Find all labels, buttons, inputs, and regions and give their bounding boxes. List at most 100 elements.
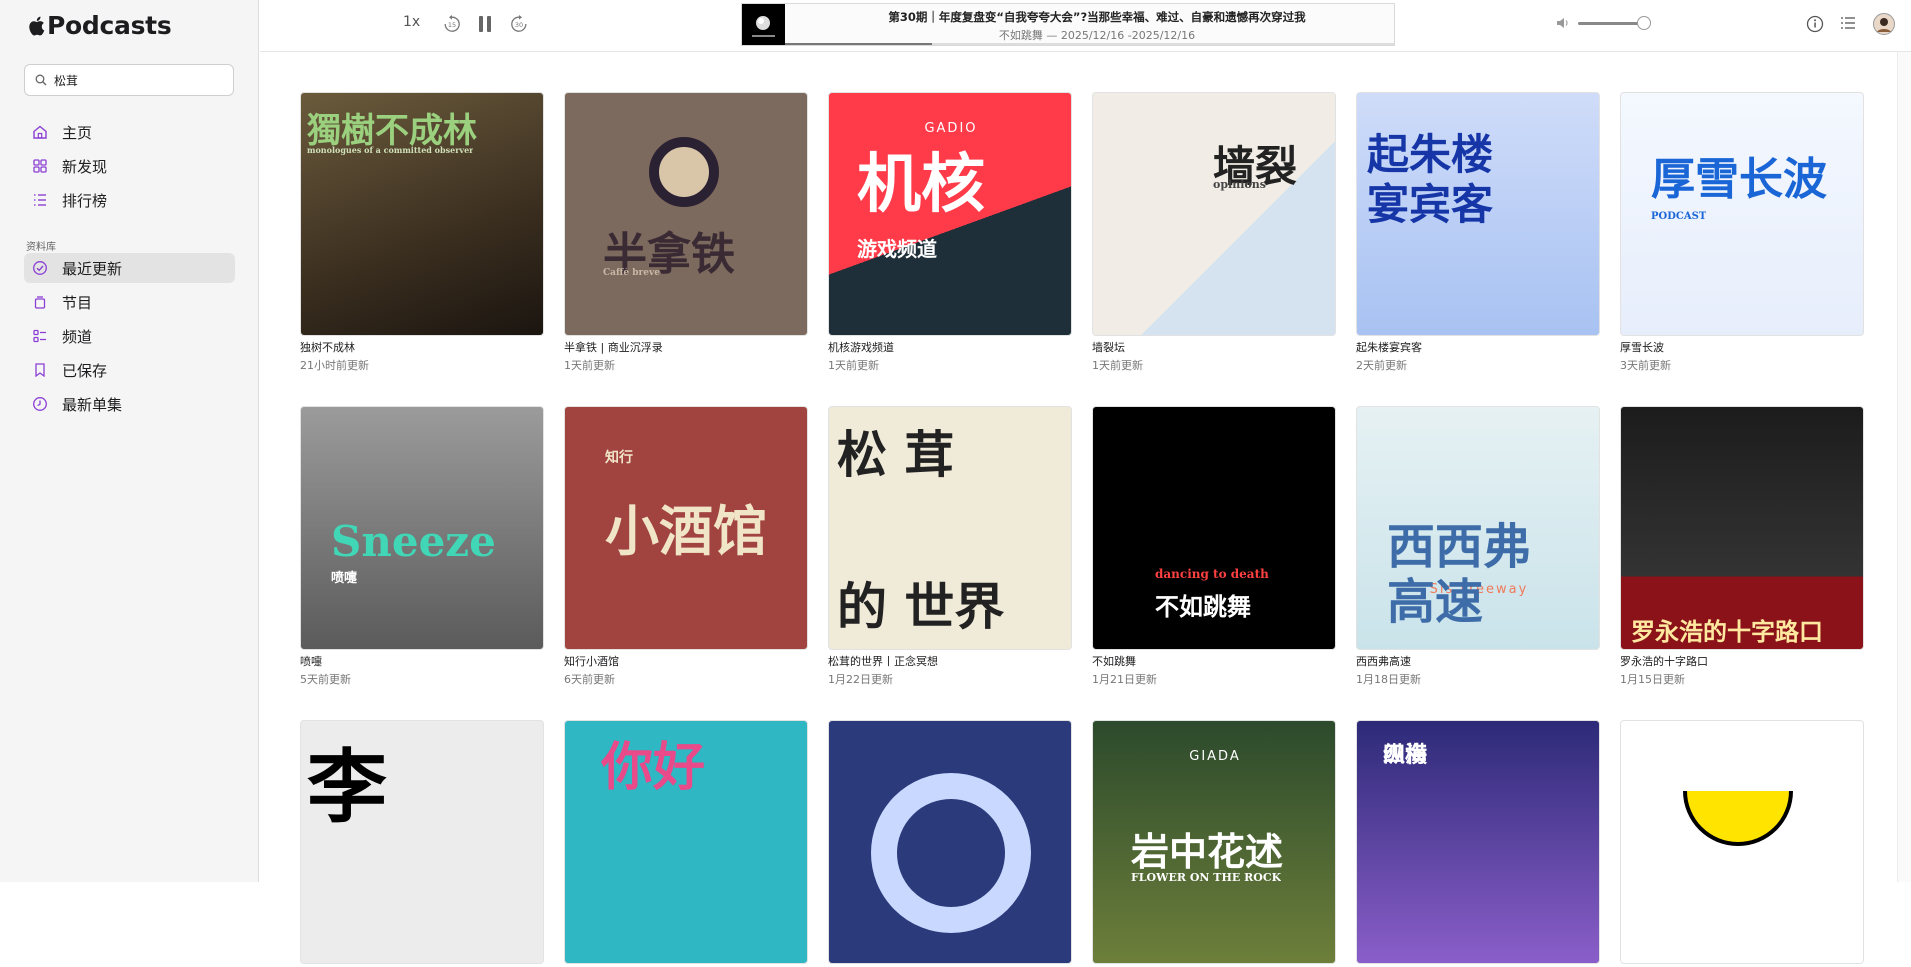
- show-artwork[interactable]: [828, 720, 1072, 964]
- show-title[interactable]: 喷嚏: [300, 653, 544, 669]
- artwork-title: 机核: [857, 147, 985, 222]
- nav-charts[interactable]: 排行榜: [24, 185, 235, 215]
- search-field[interactable]: 松茸: [24, 64, 234, 96]
- show-artwork[interactable]: 你好: [564, 720, 808, 964]
- show-artwork[interactable]: 纵横 四海: [1356, 720, 1600, 964]
- pause-button[interactable]: [477, 15, 493, 33]
- show-card[interactable]: GADIO 机核 游戏频道机核游戏频道 1天前更新: [828, 92, 1072, 373]
- show-title[interactable]: 机核游戏频道: [828, 339, 1072, 355]
- show-card[interactable]: 你好: [564, 720, 808, 967]
- show-updated: 5天前更新: [300, 673, 351, 686]
- now-playing-subtitle: 不如跳舞 — 2025/12/16 -2025/12/16: [998, 29, 1196, 42]
- show-title[interactable]: 不如跳舞: [1092, 653, 1336, 669]
- show-artwork[interactable]: Sis Freeway 西西弗 高速: [1356, 406, 1600, 650]
- show-card[interactable]: 不如跳舞 dancing to death 不如跳舞 1月21日更新: [1092, 406, 1336, 687]
- show-card[interactable]: GIADA 岩中花述 FLOWER ON THE ROCK: [1092, 720, 1336, 967]
- show-card[interactable]: [828, 720, 1072, 967]
- show-artwork[interactable]: 起朱楼 宴宾客: [1356, 92, 1600, 336]
- nav-latest[interactable]: 最新单集: [24, 389, 235, 419]
- apple-icon: [29, 16, 45, 35]
- show-title[interactable]: 厚雪长波: [1620, 339, 1864, 355]
- search-input-value[interactable]: 松茸: [54, 72, 78, 89]
- artwork-ring-shape: [649, 137, 719, 207]
- show-card[interactable]: 纵横 四海: [1356, 720, 1600, 967]
- artwork-title: 岩中花述: [1131, 829, 1284, 874]
- show-card[interactable]: 獨樹不成林 monologues of a committed observer 独…: [300, 92, 544, 373]
- show-card[interactable]: 松 茸的 世界 松茸的世界丨正念冥想 1月22日更新: [828, 406, 1072, 687]
- artwork-subtitle: 高速: [1387, 574, 1484, 630]
- show-title[interactable]: 罗永浩的十字路口: [1620, 653, 1864, 669]
- nav-recent[interactable]: 最近更新: [24, 253, 235, 283]
- skip-forward-button[interactable]: 30: [509, 14, 529, 34]
- show-title[interactable]: 起朱楼宴宾客: [1356, 339, 1600, 355]
- skip-forward-30-icon: 30: [511, 15, 527, 32]
- queue-button[interactable]: [1840, 16, 1856, 30]
- nav-channels-label: 频道: [62, 327, 93, 346]
- volume-slider[interactable]: [1578, 15, 1651, 30]
- artwork-subtitle: Caffè breve: [603, 268, 660, 278]
- show-card[interactable]: 小酒馆 知行知行小酒馆 6天前更新: [564, 406, 808, 687]
- nav-shows-label: 节目: [62, 293, 93, 312]
- nav-saved-label: 已保存: [62, 361, 108, 380]
- show-title[interactable]: 知行小酒馆: [564, 653, 808, 669]
- show-artwork[interactable]: GIADA 岩中花述 FLOWER ON THE ROCK: [1092, 720, 1336, 964]
- stack-icon: [34, 296, 46, 309]
- cup-icon: [1683, 791, 1793, 846]
- nav-channels[interactable]: 频道: [24, 321, 235, 351]
- nav-discover[interactable]: 新发现: [24, 151, 235, 181]
- show-card[interactable]: 厚雪长波 PODCAST 厚雪长波 3天前更新: [1620, 92, 1864, 373]
- show-updated: 1天前更新: [564, 359, 615, 372]
- show-title[interactable]: 半拿铁 | 商业沉浮录: [564, 339, 808, 355]
- artwork-title: 李: [307, 740, 387, 834]
- show-card[interactable]: 起朱楼 宴宾客 起朱楼宴宾客 2天前更新: [1356, 92, 1600, 373]
- show-title[interactable]: 独树不成林: [300, 339, 544, 355]
- show-title[interactable]: 西西弗高速: [1356, 653, 1600, 669]
- volume-control[interactable]: [1556, 15, 1651, 30]
- artwork-title: 不如跳舞: [1155, 592, 1251, 621]
- show-artwork[interactable]: 罗永浩的十字路口: [1620, 406, 1864, 650]
- show-card[interactable]: [1620, 720, 1864, 967]
- nav-shows[interactable]: 节目: [24, 287, 235, 317]
- show-artwork[interactable]: Sneeze 喷嚏: [300, 406, 544, 650]
- show-artwork[interactable]: 獨樹不成林 monologues of a committed observer: [300, 92, 544, 336]
- show-card[interactable]: 墙裂 opinions 墙裂坛 1天前更新: [1092, 92, 1336, 373]
- show-artwork[interactable]: 李: [300, 720, 544, 964]
- show-updated: 1天前更新: [828, 359, 879, 372]
- nav-charts-label: 排行榜: [62, 191, 108, 210]
- scrollbar[interactable]: [1897, 52, 1911, 882]
- clock-icon: [33, 397, 47, 411]
- show-card[interactable]: 罗永浩的十字路口 罗永浩的十字路口 1月15日更新: [1620, 406, 1864, 687]
- show-artwork[interactable]: 半拿铁 Caffè breve: [564, 92, 808, 336]
- show-artwork[interactable]: 小酒馆 知行: [564, 406, 808, 650]
- show-card[interactable]: 李: [300, 720, 544, 967]
- show-card[interactable]: 半拿铁 Caffè breve 半拿铁 | 商业沉浮录 1天前更新: [564, 92, 808, 373]
- show-artwork[interactable]: GADIO 机核 游戏频道: [828, 92, 1072, 336]
- show-title[interactable]: 墙裂坛: [1092, 339, 1336, 355]
- now-playing[interactable]: 第30期｜年度复盘变“自我夸夸大会”?当那些幸福、难过、自豪和遗憾再次穿过我 不…: [741, 3, 1395, 46]
- info-button[interactable]: [1806, 15, 1824, 33]
- queue-icon: [1841, 17, 1855, 29]
- speed-button[interactable]: 1x: [403, 14, 420, 30]
- show-artwork[interactable]: 厚雪长波 PODCAST: [1620, 92, 1864, 336]
- playback-progress-fill: [785, 43, 932, 45]
- show-artwork[interactable]: 松 茸的 世界: [828, 406, 1072, 650]
- show-updated: 6天前更新: [564, 673, 615, 686]
- show-artwork[interactable]: [1620, 720, 1864, 964]
- grid-icon: [33, 159, 47, 173]
- home-icon: [33, 125, 47, 139]
- show-title[interactable]: 松茸的世界丨正念冥想: [828, 653, 1072, 669]
- show-artwork[interactable]: 墙裂 opinions: [1092, 92, 1336, 336]
- speed-label: 1x: [403, 14, 421, 30]
- show-card[interactable]: Sis Freeway 西西弗 高速 西西弗高速 1月18日更新: [1356, 406, 1600, 687]
- nav-home-label: 主页: [62, 123, 93, 142]
- playback-progress[interactable]: [785, 43, 1394, 45]
- now-playing-artwork: [742, 4, 785, 45]
- nav-saved[interactable]: 已保存: [24, 355, 235, 385]
- skip-back-button[interactable]: 15: [442, 14, 462, 34]
- nav-home[interactable]: 主页: [24, 117, 235, 147]
- account-button[interactable]: [1873, 13, 1895, 35]
- volume-knob[interactable]: [1637, 15, 1651, 30]
- artwork-title: Sneeze: [331, 517, 496, 566]
- show-card[interactable]: Sneeze 喷嚏喷嚏 5天前更新: [300, 406, 544, 687]
- show-artwork[interactable]: 不如跳舞 dancing to death: [1092, 406, 1336, 650]
